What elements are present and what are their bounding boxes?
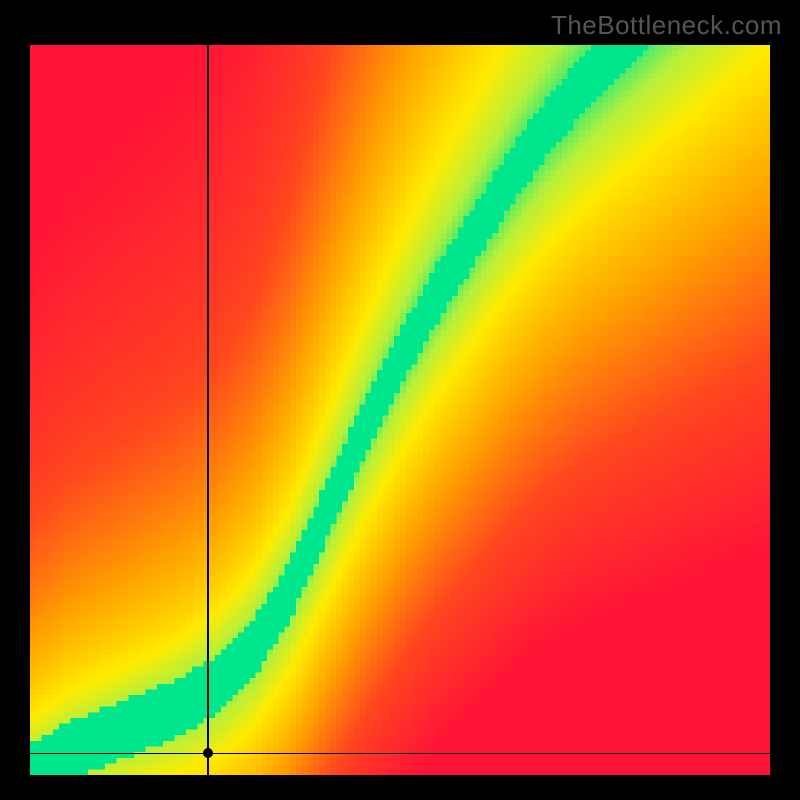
chart-container: TheBottleneck.com	[0, 0, 800, 800]
heatmap-canvas	[30, 45, 770, 775]
crosshair-vertical	[207, 45, 209, 775]
crosshair-point	[203, 748, 213, 758]
watermark-text: TheBottleneck.com	[551, 10, 782, 41]
crosshair-horizontal	[30, 753, 770, 755]
heatmap-plot	[30, 45, 770, 775]
